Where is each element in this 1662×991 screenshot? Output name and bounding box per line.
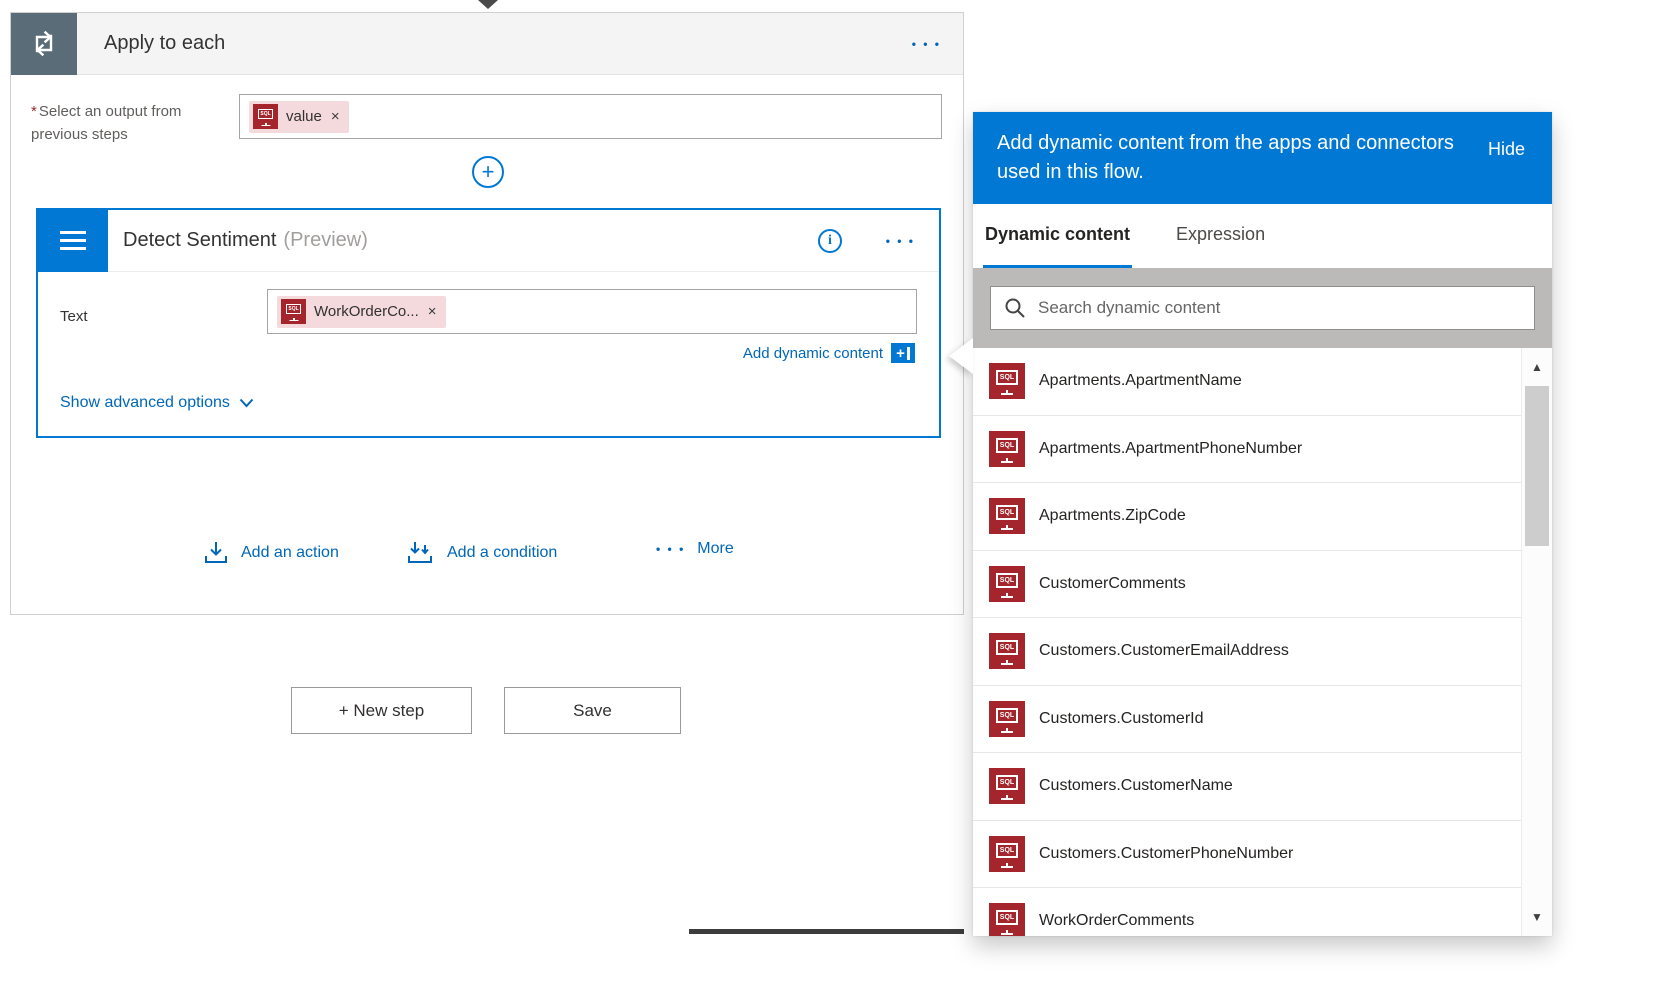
token-label: value	[286, 108, 322, 125]
list-item[interactable]: SQL Apartments.ZipCode	[973, 483, 1521, 551]
scrollbar-thumb[interactable]	[1525, 386, 1549, 546]
preview-label: (Preview)	[283, 229, 367, 252]
add-action-icon	[203, 540, 229, 566]
add-an-action-button[interactable]: Add an action	[203, 540, 339, 566]
token-label: WorkOrderCo...	[314, 303, 419, 320]
detect-sentiment-title: Detect Sentiment	[123, 229, 276, 252]
token-close-icon[interactable]: ×	[331, 108, 340, 125]
apply-to-each-header[interactable]: Apply to each • • •	[11, 13, 963, 75]
sql-connector-icon: SQL	[989, 363, 1025, 399]
show-advanced-options-link[interactable]: Show advanced options	[60, 394, 254, 412]
flow-designer: Apply to each • • • *Select an output fr…	[0, 0, 1662, 991]
panel-header: Add dynamic content from the apps and co…	[973, 112, 1552, 204]
apply-to-each-title: Apply to each	[104, 32, 225, 55]
info-icon[interactable]: i	[818, 229, 842, 253]
list-item[interactable]: SQL Customers.CustomerId	[973, 686, 1521, 754]
tab-dynamic-content[interactable]: Dynamic content	[983, 204, 1132, 268]
text-field-label: Text	[60, 308, 88, 325]
sql-connector-icon: SQL	[989, 903, 1025, 936]
flyout-beak	[949, 338, 973, 374]
dynamic-content-panel: Add dynamic content from the apps and co…	[973, 112, 1552, 936]
sql-connector-icon: SQL	[989, 633, 1025, 669]
sql-connector-icon: SQL	[989, 768, 1025, 804]
horizontal-scrollbar-thumb[interactable]	[689, 929, 964, 934]
more-dots-icon: • • •	[656, 542, 685, 556]
hide-button[interactable]: Hide	[1488, 135, 1525, 164]
search-box[interactable]	[990, 286, 1535, 330]
apply-to-each-menu-button[interactable]: • • •	[912, 37, 941, 51]
sql-connector-icon: SQL	[253, 104, 278, 129]
chevron-down-icon	[239, 398, 254, 408]
sql-connector-icon: SQL	[989, 566, 1025, 602]
insert-step-button[interactable]: +	[472, 156, 504, 188]
text-input[interactable]: SQL WorkOrderCo... ×	[267, 289, 917, 334]
detect-sentiment-card: Detect Sentiment (Preview) i • • • Text …	[36, 208, 941, 438]
detect-sentiment-menu-button[interactable]: • • •	[886, 234, 915, 248]
search-icon	[1004, 297, 1026, 319]
sql-connector-icon: SQL	[989, 836, 1025, 872]
loop-icon	[11, 13, 77, 75]
tab-expression[interactable]: Expression	[1174, 204, 1267, 268]
list-item[interactable]: SQL Customers.CustomerName	[973, 753, 1521, 821]
hamburger-icon	[38, 210, 108, 272]
list-item[interactable]: SQL Customers.CustomerPhoneNumber	[973, 821, 1521, 889]
new-step-button[interactable]: + New step	[291, 687, 472, 734]
detect-sentiment-header[interactable]: Detect Sentiment (Preview) i • • •	[38, 210, 939, 272]
search-input[interactable]	[1038, 298, 1521, 318]
select-output-label: *Select an output from previous steps	[31, 100, 199, 146]
sql-connector-icon: SQL	[989, 498, 1025, 534]
connector-caret-icon	[478, 0, 498, 9]
workorder-token[interactable]: SQL WorkOrderCo... ×	[277, 296, 446, 328]
save-button[interactable]: Save	[504, 687, 681, 734]
scroll-down-button[interactable]: ▼	[1522, 900, 1552, 934]
apply-to-each-card: Apply to each • • • *Select an output fr…	[10, 12, 964, 615]
sql-connector-icon: SQL	[281, 299, 306, 324]
list-item[interactable]: SQL WorkOrderComments	[973, 888, 1521, 936]
scroll-up-button[interactable]: ▲	[1522, 350, 1552, 384]
dynamic-content-list: SQL Apartments.ApartmentName SQL Apartme…	[973, 348, 1521, 936]
add-a-condition-button[interactable]: Add a condition	[405, 540, 557, 566]
panel-tabs: Dynamic content Expression	[973, 204, 1552, 268]
token-close-icon[interactable]: ×	[428, 303, 437, 320]
value-token[interactable]: SQL value ×	[249, 101, 349, 133]
list-item[interactable]: SQL CustomerComments	[973, 551, 1521, 619]
list-item[interactable]: SQL Customers.CustomerEmailAddress	[973, 618, 1521, 686]
sql-connector-icon: SQL	[989, 701, 1025, 737]
add-condition-icon	[405, 540, 435, 566]
sql-connector-icon: SQL	[989, 431, 1025, 467]
search-band	[973, 268, 1552, 348]
required-asterisk: *	[31, 103, 37, 120]
list-item[interactable]: SQL Apartments.ApartmentName	[973, 348, 1521, 416]
more-actions-button[interactable]: • • • More	[656, 540, 734, 558]
vertical-scrollbar[interactable]: ▲ ▼	[1521, 348, 1552, 936]
dynamic-content-icon[interactable]: +	[891, 343, 915, 363]
add-dynamic-content-link[interactable]: Add dynamic content +	[743, 343, 915, 363]
select-output-input[interactable]: SQL value ×	[239, 94, 942, 139]
list-item[interactable]: SQL Apartments.ApartmentPhoneNumber	[973, 416, 1521, 484]
